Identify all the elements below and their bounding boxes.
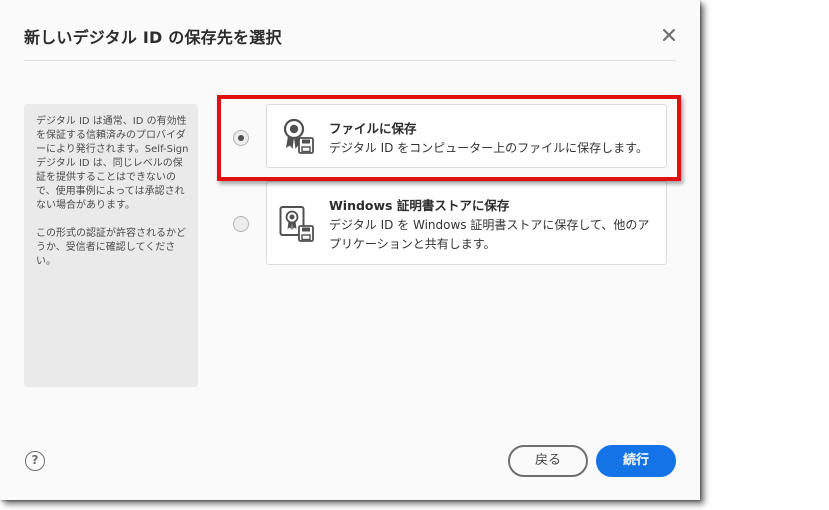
info-paragraph-2: この形式の認証が許容されるかどうか、受信者に確認してください。: [36, 228, 186, 267]
option-card-save-to-windows-store[interactable]: Windows 証明書ストアに保存 デジタル ID を Windows 証明書ス…: [266, 181, 667, 265]
close-icon: [663, 29, 675, 41]
option-title-save-to-windows-store: Windows 証明書ストアに保存: [329, 198, 510, 213]
close-button[interactable]: [659, 25, 679, 45]
dialog: 新しいデジタル ID の保存先を選択 デジタル ID は通常、ID の有効性を保…: [0, 0, 700, 500]
radio-save-to-windows-store[interactable]: [233, 216, 249, 232]
continue-button[interactable]: 続行: [596, 445, 676, 477]
certificate-file-icon: [283, 118, 314, 154]
dialog-title: 新しいデジタル ID の保存先を選択: [24, 28, 282, 47]
help-button[interactable]: ?: [25, 451, 45, 471]
back-button[interactable]: 戻る: [508, 445, 588, 477]
help-icon: ?: [31, 453, 39, 467]
info-paragraph-1: デジタル ID は通常、ID の有効性を保証する信頼済みのプロバイダーにより発行…: [36, 116, 189, 211]
certificate-store-icon: [279, 206, 314, 242]
option-card-save-to-file[interactable]: ファイルに保存 デジタル ID をコンピューター上のファイルに保存します。: [266, 104, 667, 168]
option-desc-save-to-windows-store: デジタル ID を Windows 証明書ストアに保存して、他のアプリケーション…: [329, 218, 650, 251]
option-title-save-to-file: ファイルに保存: [329, 121, 417, 136]
option-desc-save-to-file: デジタル ID をコンピューター上のファイルに保存します。: [329, 141, 648, 155]
radio-save-to-file[interactable]: [233, 130, 249, 146]
header-divider: [24, 60, 676, 61]
info-panel: デジタル ID は通常、ID の有効性を保証する信頼済みのプロバイダーにより発行…: [24, 104, 198, 387]
